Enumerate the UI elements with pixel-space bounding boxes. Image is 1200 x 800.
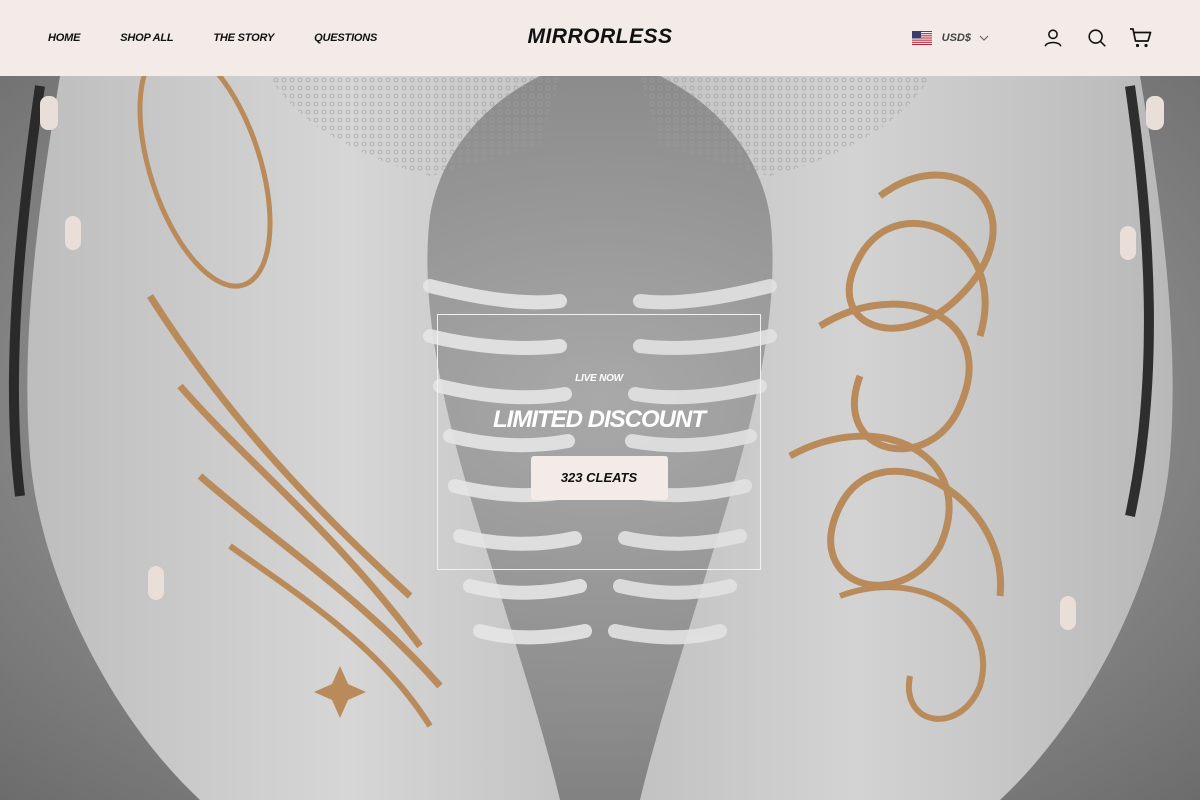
main-nav: HOME SHOP ALL THE STORY QUESTIONS xyxy=(48,0,417,76)
header-actions: USD$ xyxy=(911,0,1153,76)
chevron-down-icon xyxy=(979,35,989,41)
site-header: HOME SHOP ALL THE STORY QUESTIONS MIRROR… xyxy=(0,0,1200,76)
nav-the-story-link[interactable]: THE STORY xyxy=(213,32,274,44)
cart-icon xyxy=(1130,28,1152,48)
currency-label: USD$ xyxy=(941,32,971,44)
search-icon xyxy=(1088,29,1106,47)
hero-banner: LIVE NOW LIMITED DISCOUNT 323 CLEATS xyxy=(0,76,1200,800)
promo-headline: LIMITED DISCOUNT xyxy=(493,406,706,433)
promo-box: LIVE NOW LIMITED DISCOUNT 323 CLEATS xyxy=(437,314,761,570)
cart-button[interactable] xyxy=(1129,26,1153,50)
account-button[interactable] xyxy=(1041,26,1065,50)
nav-shop-all-link[interactable]: SHOP ALL xyxy=(120,32,173,44)
site-logo[interactable]: MIRRORLESS xyxy=(527,25,672,48)
promo-kicker: LIVE NOW xyxy=(575,373,623,384)
nav-home-link[interactable]: HOME xyxy=(48,32,80,44)
us-flag-icon xyxy=(911,31,932,45)
search-button[interactable] xyxy=(1085,26,1109,50)
nav-questions-link[interactable]: QUESTIONS xyxy=(314,32,377,44)
shop-cleats-button[interactable]: 323 CLEATS xyxy=(530,456,668,500)
currency-selector[interactable]: USD$ xyxy=(911,31,989,45)
account-icon xyxy=(1044,29,1062,47)
